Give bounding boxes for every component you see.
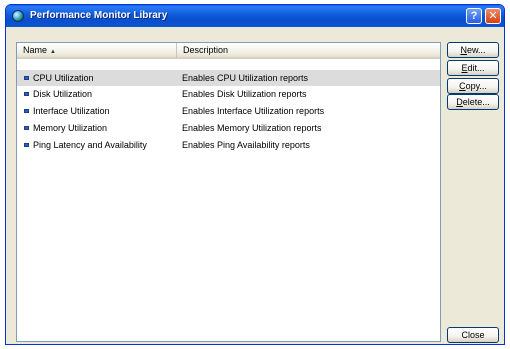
- monitor-item-icon: [24, 143, 29, 147]
- help-button[interactable]: ?: [466, 8, 482, 24]
- item-description: Enables CPU Utilization reports: [182, 73, 309, 83]
- list-item[interactable]: CPU Utilization Enables CPU Utilization …: [17, 70, 440, 86]
- list-item[interactable]: Memory Utilization Enables Memory Utiliz…: [17, 120, 440, 136]
- monitor-item-icon: [24, 109, 29, 113]
- window-title: Performance Monitor Library: [30, 10, 168, 21]
- copy-button[interactable]: Copy...: [447, 78, 499, 94]
- list-item[interactable]: Ping Latency and Availability Enables Pi…: [17, 137, 440, 153]
- new-button[interactable]: New...: [447, 42, 499, 58]
- delete-button-label: elete...: [462, 97, 490, 107]
- performance-monitor-library-dialog: Performance Monitor Library ? ✕ Name ▲ De…: [5, 4, 505, 345]
- new-button-label: ew...: [466, 45, 486, 55]
- column-header-name[interactable]: Name ▲: [17, 43, 177, 58]
- edit-button[interactable]: Edit...: [447, 60, 499, 76]
- item-description: Enables Memory Utilization reports: [182, 123, 322, 133]
- list-item[interactable]: Disk Utilization Enables Disk Utilizatio…: [17, 86, 440, 102]
- list-item[interactable]: Interface Utilization Enables Interface …: [17, 103, 440, 119]
- copy-button-label: opy...: [465, 81, 487, 91]
- item-name: Interface Utilization: [33, 106, 110, 116]
- sort-ascending-icon: ▲: [50, 49, 56, 55]
- delete-button[interactable]: Delete...: [447, 94, 499, 110]
- edit-button-label: dit...: [467, 63, 485, 73]
- globe-icon: [12, 10, 24, 22]
- item-name: Disk Utilization: [33, 89, 93, 99]
- item-description: Enables Ping Availability reports: [182, 140, 310, 150]
- item-name: CPU Utilization: [33, 73, 94, 83]
- monitor-list[interactable]: Name ▲ Description CPU Utilization Enable…: [16, 42, 441, 342]
- monitor-item-icon: [24, 92, 29, 96]
- column-header-name-label: Name: [23, 45, 48, 55]
- item-description: Enables Disk Utilization reports: [182, 89, 307, 99]
- item-name: Memory Utilization: [33, 123, 108, 133]
- item-name: Ping Latency and Availability: [33, 140, 147, 150]
- monitor-item-icon: [24, 126, 29, 130]
- column-header-description[interactable]: Description: [177, 43, 440, 58]
- close-button[interactable]: Close: [447, 327, 499, 343]
- monitor-item-icon: [24, 76, 29, 80]
- column-header-description-label: Description: [183, 45, 229, 55]
- item-description: Enables Interface Utilization reports: [182, 106, 325, 116]
- list-header: Name ▲ Description: [17, 43, 440, 59]
- close-window-button[interactable]: ✕: [485, 8, 501, 24]
- title-bar[interactable]: Performance Monitor Library ? ✕: [6, 5, 504, 27]
